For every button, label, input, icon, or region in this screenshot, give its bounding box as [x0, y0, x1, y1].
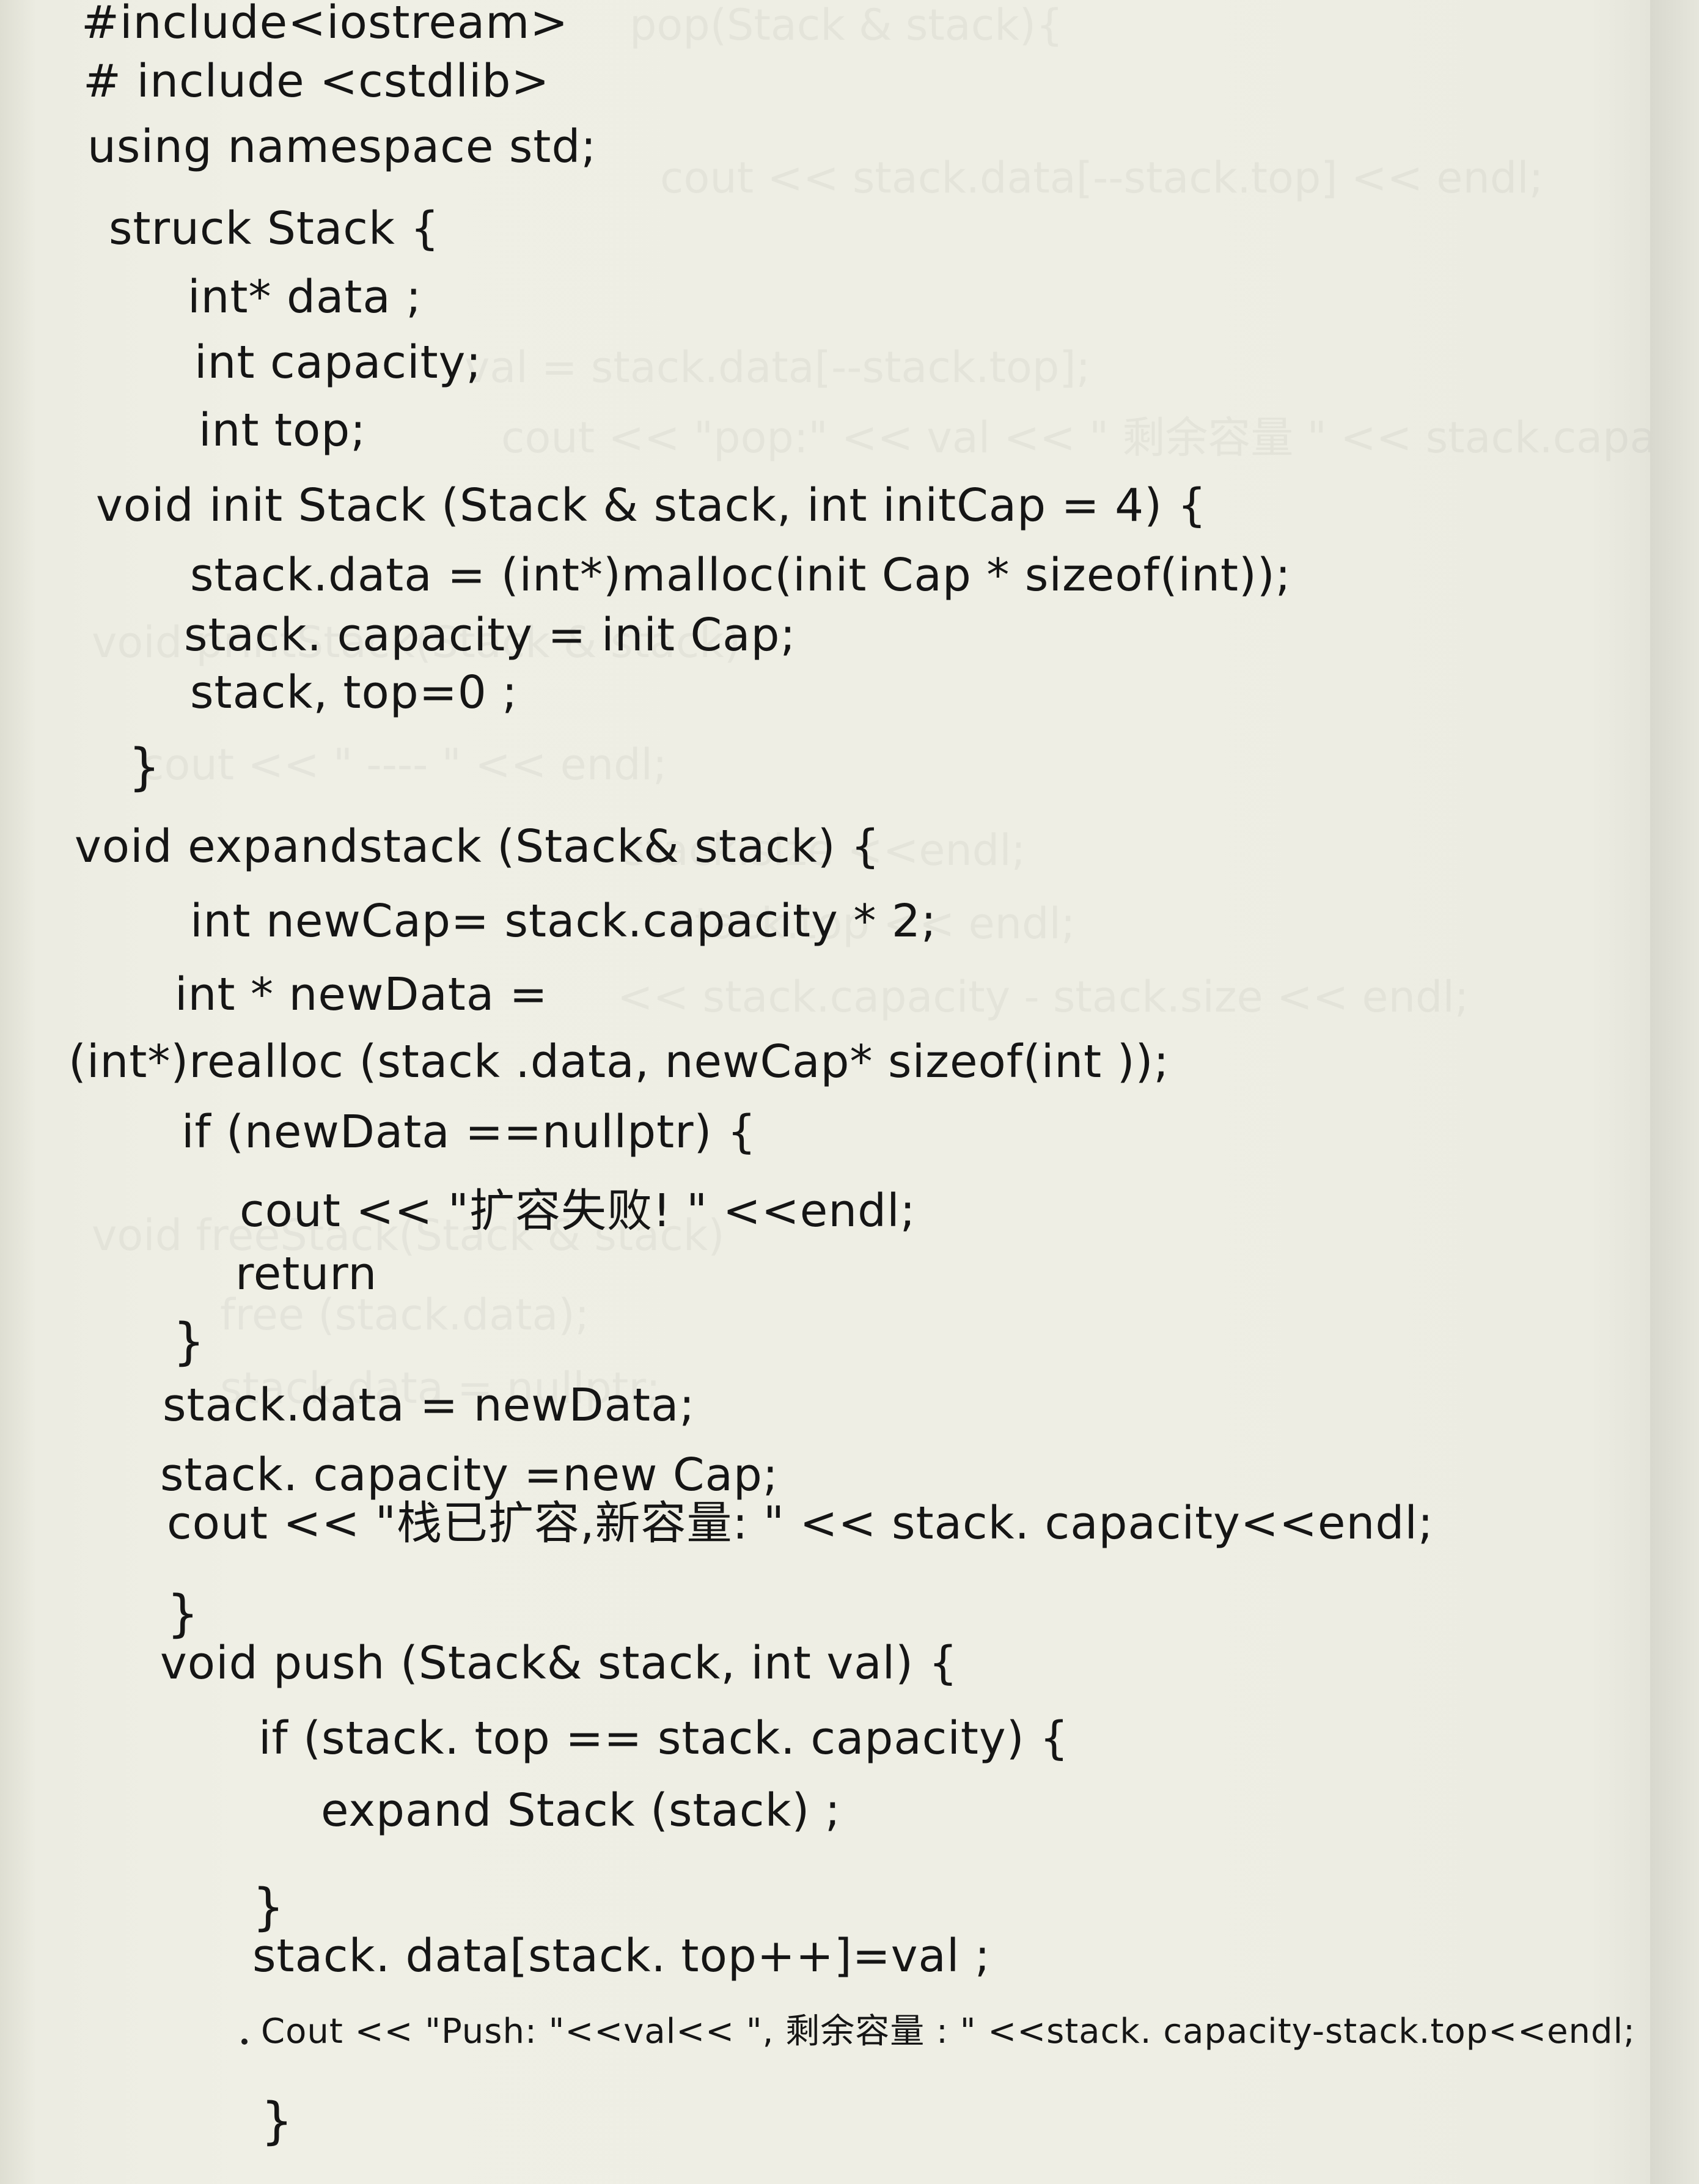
- code-line-malloc: stack.data = (int*)malloc(init Cap * siz…: [190, 549, 1291, 601]
- code-line-include-iostream: #include<iostream>: [81, 0, 569, 49]
- code-line-push-message: Cout << "Push: "<<val<< ", 剩余容量 : " <<st…: [261, 2012, 1636, 2051]
- code-line-realloc: (int*)realloc (stack .data, newCap* size…: [68, 1035, 1170, 1088]
- notebook-page: pop(Stack & stack){ cout << stack.data[-…: [0, 0, 1699, 2184]
- code-line-expand-message: cout << "栈已扩容,新容量: " << stack. capacity<…: [167, 1497, 1434, 1550]
- code-line-member-data: int* data ;: [188, 271, 422, 323]
- code-line-push-signature: void push (Stack& stack, int val) {: [160, 1637, 958, 1689]
- code-line-close-if: }: [173, 1313, 206, 1371]
- code-line-assign-data: stack.data = newData;: [163, 1379, 695, 1432]
- code-line-set-capacity: stack. capacity = init Cap;: [184, 609, 796, 661]
- code-line-return: return: [235, 1248, 378, 1300]
- code-line-member-top: int top;: [199, 404, 367, 457]
- code-line-expand-stack-signature: void expandstack (Stack& stack) {: [75, 820, 881, 873]
- code-line-struct-stack: struck Stack {: [109, 202, 440, 255]
- code-line-store-value: stack. data[stack. top++]=val ;: [252, 1930, 991, 1982]
- page-edge: [1650, 0, 1699, 2184]
- code-line-include-cstdlib: # include <cstdlib>: [83, 55, 550, 108]
- code-line-call-expand: expand Stack (stack) ;: [321, 1784, 841, 1837]
- code-line-assign-capacity: stack. capacity =new Cap;: [160, 1449, 779, 1501]
- code-line-new-cap: int newCap= stack.capacity * 2;: [190, 895, 937, 947]
- code-line-close-if-push: }: [252, 1878, 285, 1936]
- code-line-using-namespace: using namespace std;: [87, 120, 597, 173]
- code-line-close-push: }: [261, 2092, 294, 2150]
- ink-dot: [241, 2039, 248, 2045]
- code-line-new-data: int * newData =: [175, 968, 548, 1021]
- code-line-init-stack-signature: void init Stack (Stack & stack, int init…: [96, 479, 1207, 532]
- code-line-close-expand: }: [167, 1585, 200, 1643]
- code-line-capacity-check: if (stack. top == stack. capacity) {: [259, 1712, 1070, 1765]
- code-line-close-init: }: [128, 738, 161, 796]
- code-line-set-top: stack, top=0 ;: [190, 666, 518, 719]
- code-line-expand-fail-message: cout << "扩容失败! " <<endl;: [240, 1185, 916, 1237]
- code-line-null-check: if (newData ==nullptr) {: [182, 1106, 757, 1158]
- code-line-member-capacity: int capacity;: [194, 336, 482, 389]
